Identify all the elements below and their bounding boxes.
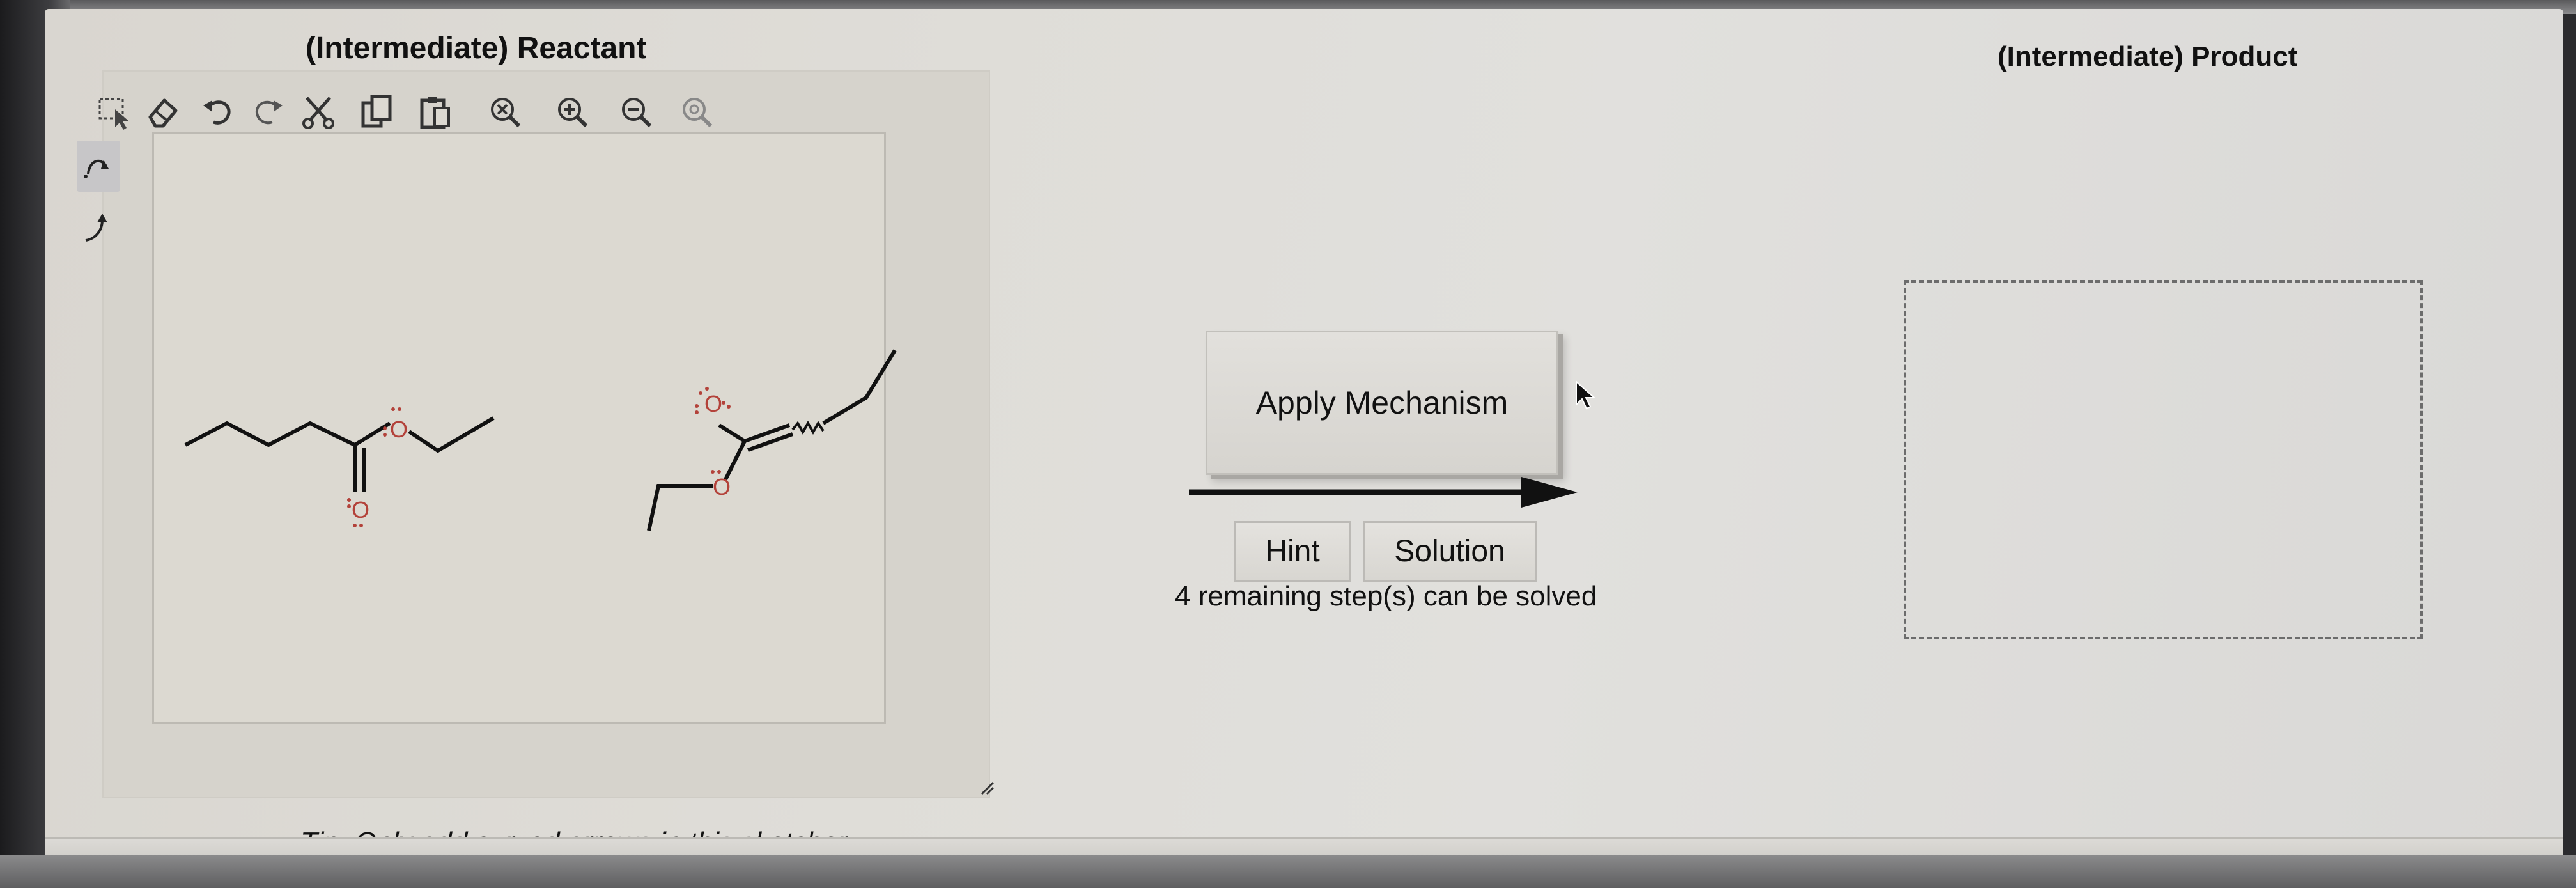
product-panel-title: (Intermediate) Product (1998, 41, 2298, 72)
enolate-c-o-bond (718, 423, 746, 443)
reaction-arrow-icon (1189, 477, 1578, 508)
solution-button[interactable]: Solution (1363, 521, 1537, 582)
sketcher-resize-grip[interactable] (978, 779, 997, 798)
enolate-ethyl-chain (822, 349, 897, 425)
apply-mechanism-button[interactable]: Apply Mechanism (1206, 331, 1558, 475)
ester-carbon-chain (184, 421, 391, 447)
remaining-steps-text: 4 remaining step(s) can be solved (1175, 580, 1597, 612)
enolate-oxide-oxygen: O (704, 391, 722, 417)
reactant-panel-title: (Intermediate) Reactant (306, 31, 647, 65)
reactant-molecules: O O O O (184, 349, 897, 531)
ester-ether-oxygen: O (390, 416, 408, 442)
hint-button[interactable]: Hint (1234, 521, 1351, 582)
screen-bezel-bottom (0, 855, 2576, 888)
enolate-wavy-bond (791, 420, 825, 435)
mouse-cursor-icon (1576, 380, 1596, 410)
product-drop-area (1904, 280, 2423, 639)
enolate-molecule: O O (647, 349, 897, 531)
enolate-ether-oxygen: O (713, 474, 731, 500)
enolate-oet-chain (647, 484, 713, 531)
ester-ethyl-chain (408, 416, 495, 453)
ester-carbonyl-oxygen: O (352, 497, 369, 523)
ester-molecule: O O (184, 407, 495, 527)
